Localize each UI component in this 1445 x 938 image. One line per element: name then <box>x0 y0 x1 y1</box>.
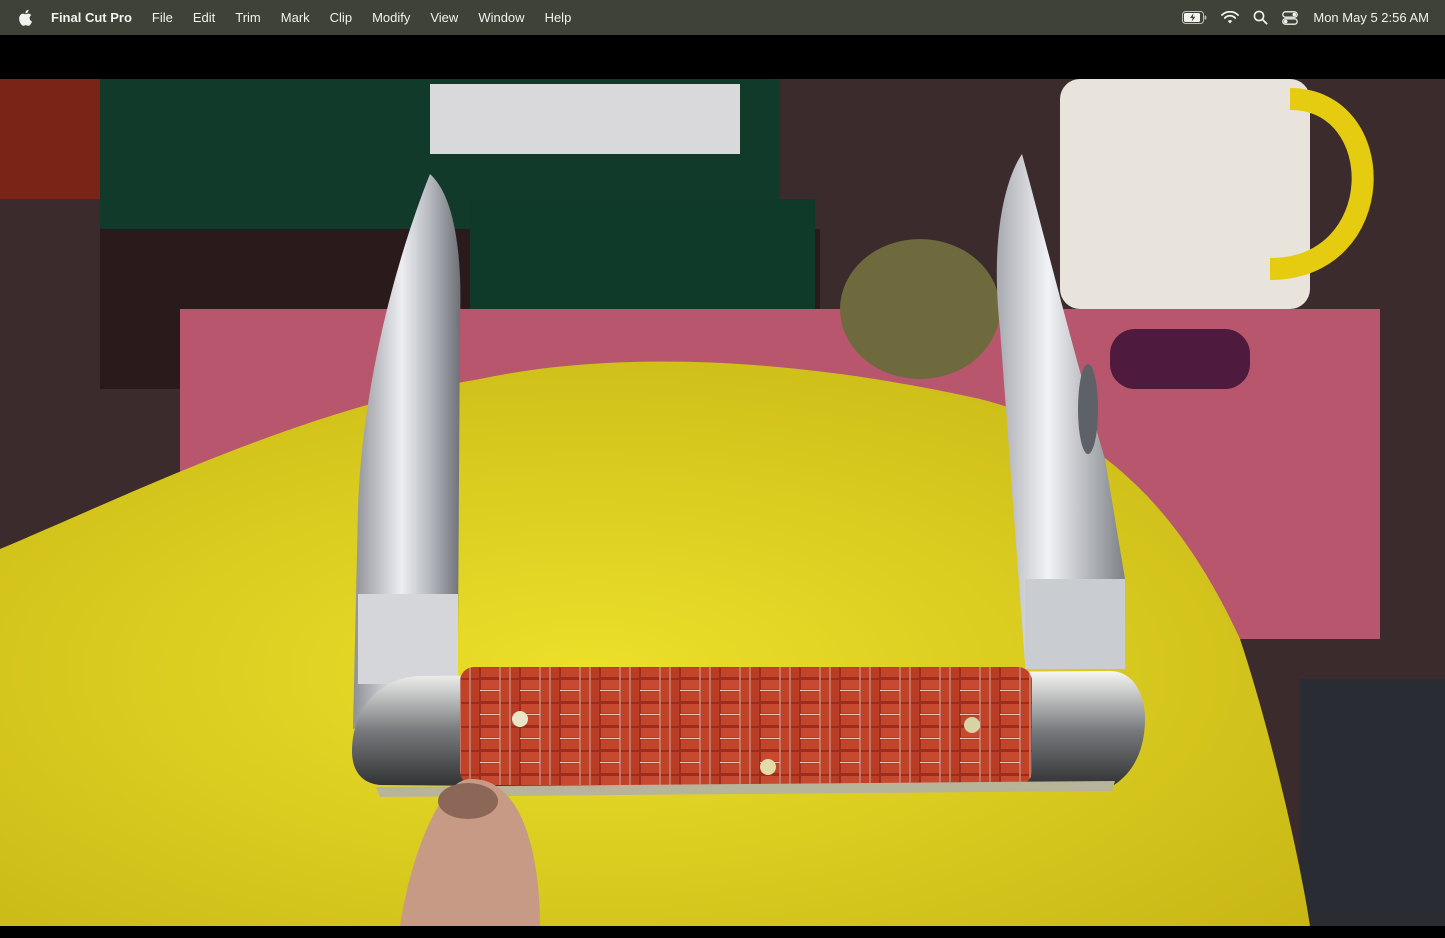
menu-modify[interactable]: Modify <box>362 0 420 35</box>
video-frame-image <box>0 79 1445 926</box>
video-viewer <box>0 35 1445 938</box>
menu-file[interactable]: File <box>142 0 183 35</box>
menu-trim[interactable]: Trim <box>225 0 271 35</box>
menu-edit[interactable]: Edit <box>183 0 225 35</box>
wifi-icon[interactable] <box>1221 11 1240 24</box>
menu-view[interactable]: View <box>420 0 468 35</box>
menubar-clock[interactable]: Mon May 5 2:56 AM <box>1313 10 1429 25</box>
menu-clip[interactable]: Clip <box>320 0 362 35</box>
menu-help[interactable]: Help <box>535 0 582 35</box>
search-icon[interactable] <box>1253 10 1268 25</box>
battery-charging-icon[interactable] <box>1182 11 1207 24</box>
video-frame[interactable] <box>0 79 1445 926</box>
menu-bar: Final Cut Pro File Edit Trim Mark Clip M… <box>0 0 1445 35</box>
menu-mark[interactable]: Mark <box>271 0 320 35</box>
menu-window[interactable]: Window <box>468 0 534 35</box>
control-center-icon[interactable] <box>1282 10 1299 25</box>
apple-logo-icon[interactable] <box>18 9 34 27</box>
app-menu-final-cut-pro[interactable]: Final Cut Pro <box>51 0 142 35</box>
